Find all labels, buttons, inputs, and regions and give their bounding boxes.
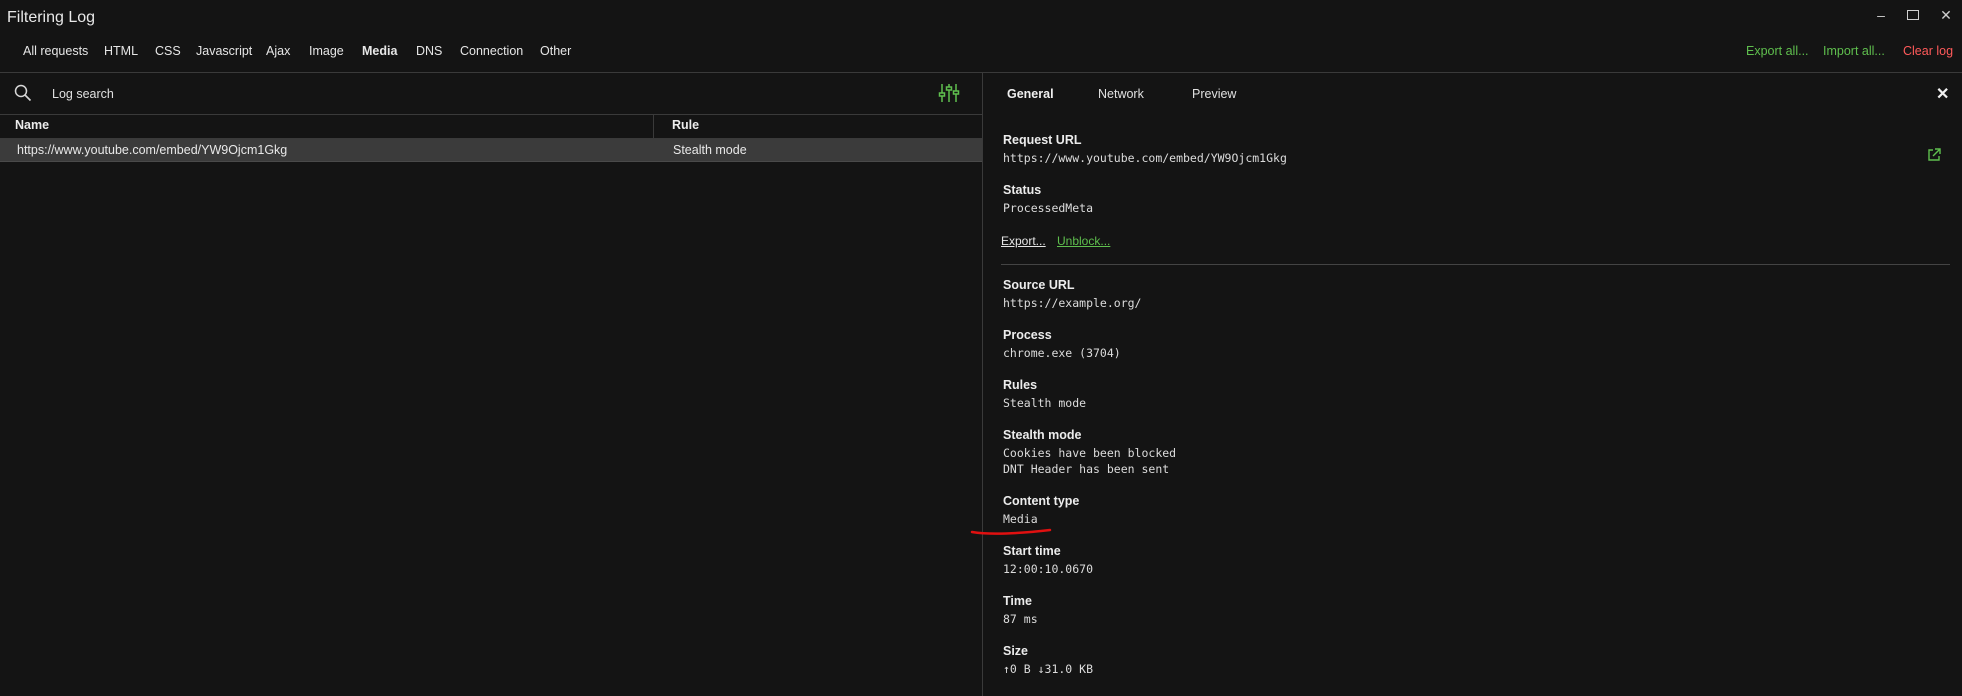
filter-bar: All requests HTML CSS Javascript Ajax Im… bbox=[0, 36, 1962, 72]
clear-log-button[interactable]: Clear log bbox=[1903, 44, 1953, 58]
request-url-label: Request URL bbox=[1003, 133, 1082, 147]
time-value: 87 ms bbox=[1003, 612, 1038, 626]
filter-other[interactable]: Other bbox=[540, 44, 571, 58]
filter-dns[interactable]: DNS bbox=[416, 44, 442, 58]
start-time-value: 12:00:10.0670 bbox=[1003, 562, 1094, 576]
close-details-icon[interactable]: ✕ bbox=[1936, 84, 1949, 104]
rules-value: Stealth mode bbox=[1003, 396, 1087, 410]
time-label: Time bbox=[1003, 594, 1032, 608]
log-search-input[interactable] bbox=[52, 84, 912, 104]
tab-network[interactable]: Network bbox=[1098, 87, 1144, 101]
filter-html[interactable]: HTML bbox=[104, 44, 138, 58]
start-time-label: Start time bbox=[1003, 544, 1061, 558]
tab-general[interactable]: General bbox=[1007, 87, 1054, 101]
export-link[interactable]: Export... bbox=[1001, 234, 1046, 248]
column-header-name[interactable]: Name bbox=[15, 118, 49, 132]
content-type-label: Content type bbox=[1003, 494, 1080, 508]
search-icon bbox=[14, 84, 32, 102]
stealth-mode-label: Stealth mode bbox=[1003, 428, 1082, 442]
window-title: Filtering Log bbox=[7, 9, 96, 26]
source-url-label: Source URL bbox=[1003, 278, 1075, 292]
source-url-value: https://example.org/ bbox=[1003, 296, 1142, 310]
rules-label: Rules bbox=[1003, 378, 1038, 392]
size-label: Size bbox=[1003, 644, 1029, 658]
column-header-rule[interactable]: Rule bbox=[672, 118, 699, 132]
row-bottom-line bbox=[0, 161, 982, 162]
size-value: ↑0 B ↓31.0 KB bbox=[1003, 662, 1094, 676]
filter-all-requests[interactable]: All requests bbox=[23, 44, 88, 58]
process-value: chrome.exe (3704) bbox=[1003, 346, 1121, 360]
filter-image[interactable]: Image bbox=[309, 44, 344, 58]
stealth-line-cookies: Cookies have been blocked bbox=[1003, 446, 1177, 460]
filter-css[interactable]: CSS bbox=[155, 44, 181, 58]
status-value: ProcessedMeta bbox=[1003, 201, 1094, 215]
filter-javascript[interactable]: Javascript bbox=[196, 44, 252, 58]
red-underline-annotation bbox=[970, 528, 1052, 535]
table-row[interactable]: https://www.youtube.com/embed/YW9Ojcm1Gk… bbox=[0, 139, 982, 161]
details-divider bbox=[1001, 264, 1950, 265]
export-all-button[interactable]: Export all... bbox=[1746, 44, 1809, 58]
row-rule-cell: Stealth mode bbox=[673, 143, 747, 157]
title-bar: Filtering Log – ✕ bbox=[0, 0, 1962, 36]
process-label: Process bbox=[1003, 328, 1052, 342]
row-name-cell: https://www.youtube.com/embed/YW9Ojcm1Gk… bbox=[17, 143, 288, 157]
unblock-link[interactable]: Unblock... bbox=[1057, 234, 1110, 248]
filter-media[interactable]: Media bbox=[362, 44, 397, 58]
status-label: Status bbox=[1003, 183, 1042, 197]
tab-preview[interactable]: Preview bbox=[1192, 87, 1236, 101]
close-window-icon[interactable]: ✕ bbox=[1935, 6, 1957, 24]
filter-settings-icon[interactable] bbox=[938, 82, 960, 104]
table-header-top-line bbox=[0, 114, 982, 115]
stealth-line-dnt: DNT Header has been sent bbox=[1003, 462, 1170, 476]
open-external-icon[interactable] bbox=[1926, 147, 1942, 163]
panel-divider bbox=[982, 73, 983, 696]
filter-connection[interactable]: Connection bbox=[460, 44, 523, 58]
maximize-icon[interactable] bbox=[1902, 6, 1924, 24]
request-url-value: https://www.youtube.com/embed/YW9Ojcm1Gk… bbox=[1003, 151, 1287, 165]
minimize-icon[interactable]: – bbox=[1870, 6, 1892, 24]
filter-ajax[interactable]: Ajax bbox=[266, 44, 290, 58]
import-all-button[interactable]: Import all... bbox=[1823, 44, 1885, 58]
top-divider bbox=[0, 72, 1962, 73]
